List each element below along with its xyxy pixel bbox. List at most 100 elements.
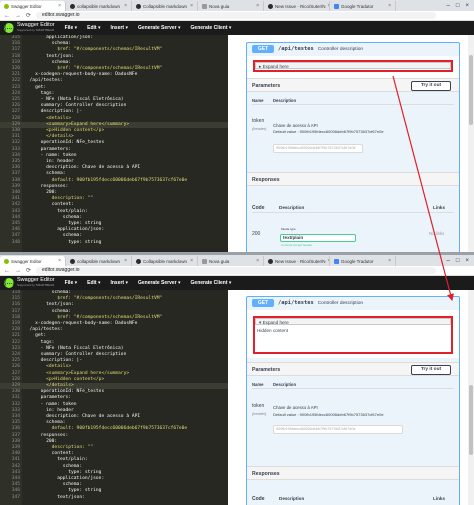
- line-code: description: "": [24, 196, 94, 202]
- close-tab-icon[interactable]: ×: [124, 3, 127, 9]
- maximize-icon[interactable]: □: [456, 258, 460, 264]
- menu-generate-server[interactable]: Generate Server ▾: [138, 25, 181, 31]
- resp-col-links: Links: [433, 205, 445, 210]
- github-icon: [136, 3, 141, 9]
- operation-description: ▸ Expand here: [247, 56, 459, 78]
- window-controls: – □ ×: [442, 255, 474, 266]
- close-tab-icon[interactable]: ×: [256, 3, 259, 9]
- scrollbar[interactable]: [468, 290, 474, 505]
- menu-generate-server[interactable]: Generate Server ▾: [138, 280, 181, 286]
- menu-generate-client[interactable]: Generate Client ▾: [191, 280, 232, 286]
- close-tab-icon[interactable]: ×: [190, 3, 193, 9]
- github-icon: [70, 258, 75, 264]
- browser-tab[interactable]: Google Tradutor ×: [330, 1, 396, 11]
- param-col-name: Name: [252, 382, 264, 387]
- menu-file[interactable]: File ▾: [65, 280, 78, 286]
- forward-icon[interactable]: →: [15, 268, 21, 274]
- back-icon[interactable]: ←: [4, 268, 10, 274]
- scrollbar-thumb[interactable]: [469, 385, 473, 455]
- browser-tab[interactable]: Swagger Editor ×: [0, 1, 66, 11]
- line-code: text/plain:: [24, 208, 88, 214]
- browser-tab[interactable]: collapsible markdown ×: [66, 256, 132, 266]
- editor-line[interactable]: 348 type: string: [0, 240, 228, 246]
- close-tab-icon[interactable]: ×: [256, 258, 259, 264]
- line-code: /api/testes:: [24, 327, 63, 333]
- line-code: description: |-: [24, 358, 83, 364]
- yaml-editor[interactable]: 314 schema: 315 $ref: "#/components/schem…: [0, 290, 228, 505]
- responses-header: Responses: [247, 466, 459, 480]
- editor-line[interactable]: 347 text/json:: [0, 495, 228, 501]
- scrollbar[interactable]: [468, 35, 474, 252]
- line-code: 200:: [24, 190, 58, 195]
- browser-tab[interactable]: New Issue · Rico/Suter/N×: [264, 256, 330, 266]
- browser-tab[interactable]: Nova guia ×: [198, 256, 264, 266]
- back-icon[interactable]: ←: [4, 13, 10, 19]
- minimize-icon[interactable]: –: [447, 258, 450, 264]
- menu-insert[interactable]: Insert ▾: [110, 280, 128, 286]
- browser-tab[interactable]: Collapsible markdown ×: [132, 1, 198, 11]
- menu-file[interactable]: File ▾: [65, 25, 78, 31]
- swagger-logo: {…} Swagger Editor Supported by SMARTBEAR: [4, 22, 55, 33]
- resp-col-code: Code: [252, 496, 265, 502]
- reload-icon[interactable]: ⟳: [26, 12, 31, 19]
- close-tab-icon[interactable]: ×: [190, 258, 193, 264]
- reload-icon[interactable]: ⟳: [26, 267, 31, 274]
- url-field[interactable]: editor.swagger.io: [36, 12, 437, 19]
- yaml-editor[interactable]: 315 application/json: 316 schema: 317 $ref…: [0, 35, 228, 252]
- try-it-out-button[interactable]: Try it out: [411, 365, 451, 375]
- token-input[interactable]: 900fb195fdecc60006deb67f9b7573637cf67e0e: [273, 425, 403, 434]
- scrollbar-thumb[interactable]: [469, 55, 473, 125]
- details-summary[interactable]: ▸ Expand here: [255, 62, 451, 69]
- line-code: operationId: NFe_testes: [24, 140, 105, 146]
- response-links: No links: [429, 231, 445, 236]
- try-it-out-button[interactable]: Try it out: [411, 81, 451, 91]
- browser-tab[interactable]: collapsible markdown ×: [66, 1, 132, 11]
- line-code: responses:: [24, 432, 69, 438]
- token-input[interactable]: 900fb195fdecc60006deb67f9b7573637cf67e0e: [273, 144, 363, 153]
- close-window-icon[interactable]: ×: [465, 3, 469, 9]
- browser-tab[interactable]: Swagger Editor ×: [0, 256, 66, 266]
- browser-tab[interactable]: Nova guia ×: [198, 1, 264, 11]
- operation-summary[interactable]: GET /api/testes Controller description: [247, 43, 459, 55]
- browser-tab[interactable]: Collapsible markdown ×: [132, 256, 198, 266]
- line-code: $ref: "#/components/schemas/IResultVM": [24, 296, 163, 302]
- param-location: (header): [252, 127, 267, 131]
- line-code: - name: token: [24, 152, 77, 158]
- operation-path: /api/testes: [278, 300, 314, 306]
- divider: [252, 388, 454, 389]
- parameters-header: Parameters Try it out: [247, 78, 459, 92]
- close-tab-icon[interactable]: ×: [58, 258, 61, 264]
- line-code: <p>Hidden content</p>: [24, 376, 105, 382]
- forward-icon[interactable]: →: [15, 13, 21, 19]
- operation-block: GET /api/testes Controller description ▸…: [246, 42, 460, 252]
- swagger-topbar: {…} Swagger Editor Supported by SMARTBEAR…: [0, 276, 474, 290]
- close-tab-icon[interactable]: ×: [124, 258, 127, 264]
- operation-summary[interactable]: GET /api/testes Controller description: [247, 297, 459, 309]
- line-code: schema:: [24, 214, 83, 220]
- line-code: type: string: [24, 469, 102, 475]
- line-code: responses:: [24, 183, 69, 189]
- line-code: text/json:: [24, 53, 74, 59]
- menu-generate-client[interactable]: Generate Client ▾: [191, 25, 232, 31]
- menu-insert[interactable]: Insert ▾: [110, 25, 128, 31]
- browser-tab[interactable]: Google Tradutor ×: [330, 256, 396, 266]
- minimize-icon[interactable]: –: [447, 3, 450, 9]
- param-col-description: Description: [273, 98, 297, 103]
- menu-edit[interactable]: Edit ▾: [87, 280, 100, 286]
- github-icon: [268, 3, 273, 9]
- swagger-icon: [4, 3, 9, 9]
- line-code: x-codegen-request-body-name: DadosNFe: [24, 321, 138, 326]
- line-code: </details>: [24, 134, 74, 140]
- close-tab-icon[interactable]: ×: [388, 3, 391, 9]
- line-code: text/json:: [24, 494, 85, 500]
- details-summary[interactable]: ▾ Expand here: [255, 318, 451, 325]
- close-tab-icon[interactable]: ×: [388, 258, 391, 264]
- close-tab-icon[interactable]: ×: [58, 3, 61, 9]
- menu-edit[interactable]: Edit ▾: [87, 25, 100, 31]
- media-type-select[interactable]: text/plain: [280, 234, 356, 242]
- close-window-icon[interactable]: ×: [465, 258, 469, 264]
- maximize-icon[interactable]: □: [456, 3, 460, 9]
- parameters-title: Parameters: [252, 367, 281, 373]
- url-field[interactable]: editor.swagger.io: [36, 267, 437, 274]
- browser-tab[interactable]: New Issue · Rico/Suter/N×: [264, 1, 330, 11]
